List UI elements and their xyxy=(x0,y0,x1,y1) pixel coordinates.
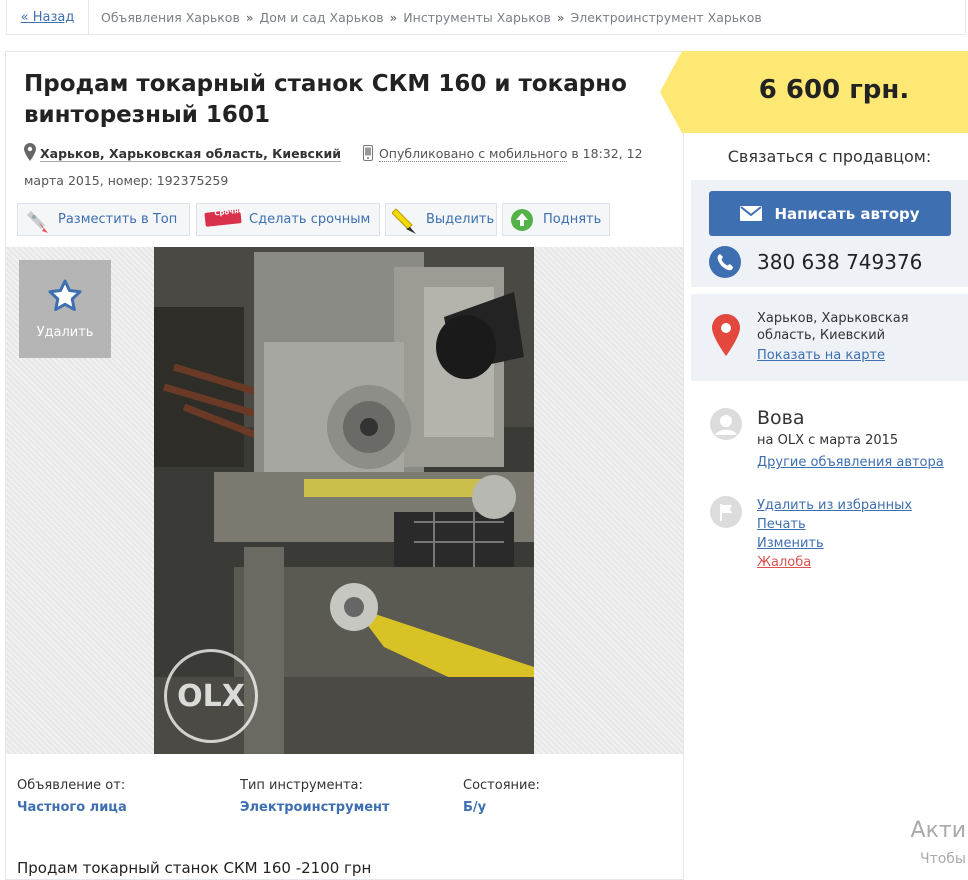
breadcrumb-trail: Объявления Харьков » Дом и сад Харьков » Инс… xyxy=(101,10,762,25)
flag-icon xyxy=(710,496,742,532)
edit-link[interactable]: Изменить xyxy=(757,534,912,553)
phone-number: 380 638 749376 xyxy=(757,250,923,274)
marker-pen-icon xyxy=(391,207,418,234)
rocket-icon xyxy=(24,207,50,233)
ad-description: Продам токарный станок СКМ 160 -2100 грн xyxy=(17,859,372,877)
olx-watermark-text: OLX xyxy=(177,678,245,714)
detail-value[interactable]: Б/у xyxy=(463,800,663,815)
detail-value[interactable]: Электроинструмент xyxy=(240,800,460,815)
raise-button[interactable]: Поднять xyxy=(502,203,610,236)
favorite-toggle[interactable]: Удалить xyxy=(19,260,111,358)
phone-icon xyxy=(709,246,741,278)
ad-location[interactable]: Харьков, Харьковская область, Киевский xyxy=(40,146,341,162)
breadcrumb-separator: » xyxy=(389,10,398,25)
ad-actions: Удалить из избранных Печать Изменить Жал… xyxy=(757,496,912,572)
breadcrumb-item[interactable]: Объявления Харьков xyxy=(101,10,240,25)
breadcrumb-item[interactable]: Дом и сад Харьков xyxy=(259,10,383,25)
breadcrumb-item[interactable]: Электроинструмент Харьков xyxy=(570,10,761,25)
write-author-button[interactable]: Написать автору xyxy=(709,191,951,236)
remove-favorite-link[interactable]: Удалить из избранных xyxy=(757,496,912,515)
seller-name: Вова xyxy=(757,407,805,429)
detail-condition: Состояние: Б/у xyxy=(463,778,663,815)
star-icon xyxy=(48,279,82,315)
detail-seller-type: Объявление от: Частного лица xyxy=(17,778,237,815)
report-link[interactable]: Жалоба xyxy=(757,553,912,572)
map-marker-icon xyxy=(712,314,740,360)
show-map-link[interactable]: Показать на карте xyxy=(757,348,885,363)
promote-top-button[interactable]: Разместить в Топ xyxy=(17,203,190,236)
ad-meta: Харьков, Харьковская область, Киевский О… xyxy=(24,142,674,193)
highlight-label: Выделить xyxy=(426,212,495,227)
ad-title: Продам токарный станок СКМ 160 и токарно… xyxy=(24,71,627,128)
price: 6 600 грн. xyxy=(758,75,910,105)
write-author-label: Написать автору xyxy=(774,204,920,223)
lathe-photo[interactable]: OLX xyxy=(154,247,534,754)
location-address: Харьков, Харьковская область, Киевский xyxy=(757,311,909,343)
back-link[interactable]: « Назад xyxy=(7,0,89,35)
breadcrumb-separator: » xyxy=(245,10,254,25)
highlight-button[interactable]: Выделить xyxy=(385,203,497,236)
raise-up-icon xyxy=(509,207,535,233)
contact-box: Написать автору 380 638 749376 xyxy=(691,180,968,287)
breadcrumb-item[interactable]: Инструменты Харьков xyxy=(403,10,551,25)
map-pin-icon xyxy=(24,143,36,169)
published-mobile-link[interactable]: Опубликовано с мобильного xyxy=(378,146,568,162)
breadcrumb: « Назад Объявления Харьков » Дом и сад Хар… xyxy=(6,0,966,35)
detail-label: Тип инструмента: xyxy=(240,778,363,793)
olx-watermark: OLX xyxy=(164,649,258,743)
avatar xyxy=(710,408,742,444)
contact-title: Связаться с продавцом: xyxy=(727,147,932,166)
breadcrumb-separator: » xyxy=(556,10,565,25)
activation-watermark-subtext: Чтобы xyxy=(919,851,966,867)
location-box: Харьков, Харьковская область, Киевский П… xyxy=(691,294,968,381)
detail-label: Объявление от: xyxy=(17,778,126,793)
detail-label: Состояние: xyxy=(463,778,540,793)
mobile-icon xyxy=(362,145,373,169)
envelope-icon xyxy=(740,206,763,221)
favorite-label: Удалить xyxy=(36,324,94,340)
photo-gallery: OLX Удалить xyxy=(6,247,683,754)
activation-watermark: Акти xyxy=(910,818,966,843)
detail-tool-type: Тип инструмента: Электроинструмент xyxy=(240,778,460,815)
other-ads-link[interactable]: Другие объявления автора xyxy=(757,453,944,472)
print-link[interactable]: Печать xyxy=(757,515,912,534)
phone-row[interactable]: 380 638 749376 xyxy=(709,246,922,278)
raise-label: Поднять xyxy=(543,212,602,227)
seller-since: на OLX с марта 2015 xyxy=(757,433,899,448)
detail-value[interactable]: Частного лица xyxy=(17,800,237,815)
make-urgent-label: Сделать срочным xyxy=(249,212,371,227)
ad-card: Продам токарный станок СКМ 160 и токарно… xyxy=(5,51,684,880)
promote-top-label: Разместить в Топ xyxy=(58,212,178,227)
